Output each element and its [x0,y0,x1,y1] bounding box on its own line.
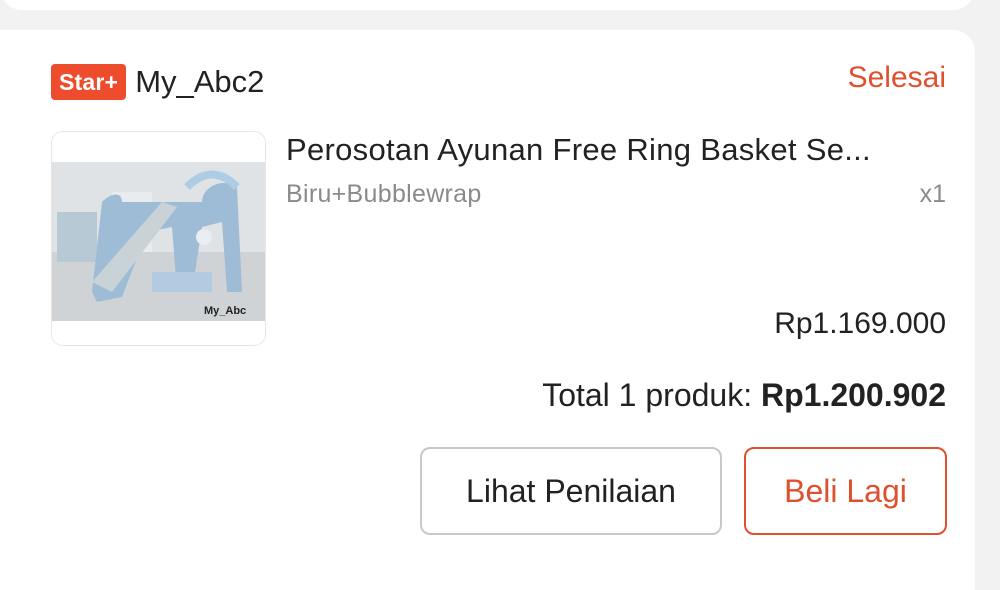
star-plus-badge: Star+ [51,64,127,100]
previous-order-card [0,0,975,10]
shop-name[interactable]: My_Abc2 [135,64,264,100]
product-title[interactable]: Perosotan Ayunan Free Ring Basket Se... [286,132,956,168]
image-watermark: My_Abc [204,305,246,317]
buy-again-button[interactable]: Beli Lagi [744,447,947,535]
order-total: Total 1 produk: Rp1.200.902 [542,377,946,414]
product-price: Rp1.169.000 [774,307,946,340]
order-status: Selesai [847,61,946,94]
total-amount: Rp1.200.902 [760,377,946,413]
view-review-button[interactable]: Lihat Penilaian [420,447,722,535]
product-image[interactable]: My_Abc [51,131,266,346]
product-variant: Biru+Bubblewrap [286,180,482,208]
product-quantity: x1 [919,180,946,208]
playground-slide-image: My_Abc [52,132,265,345]
total-label: Total 1 produk: [542,377,761,413]
shop-header[interactable]: Star+ My_Abc2 [51,62,264,102]
